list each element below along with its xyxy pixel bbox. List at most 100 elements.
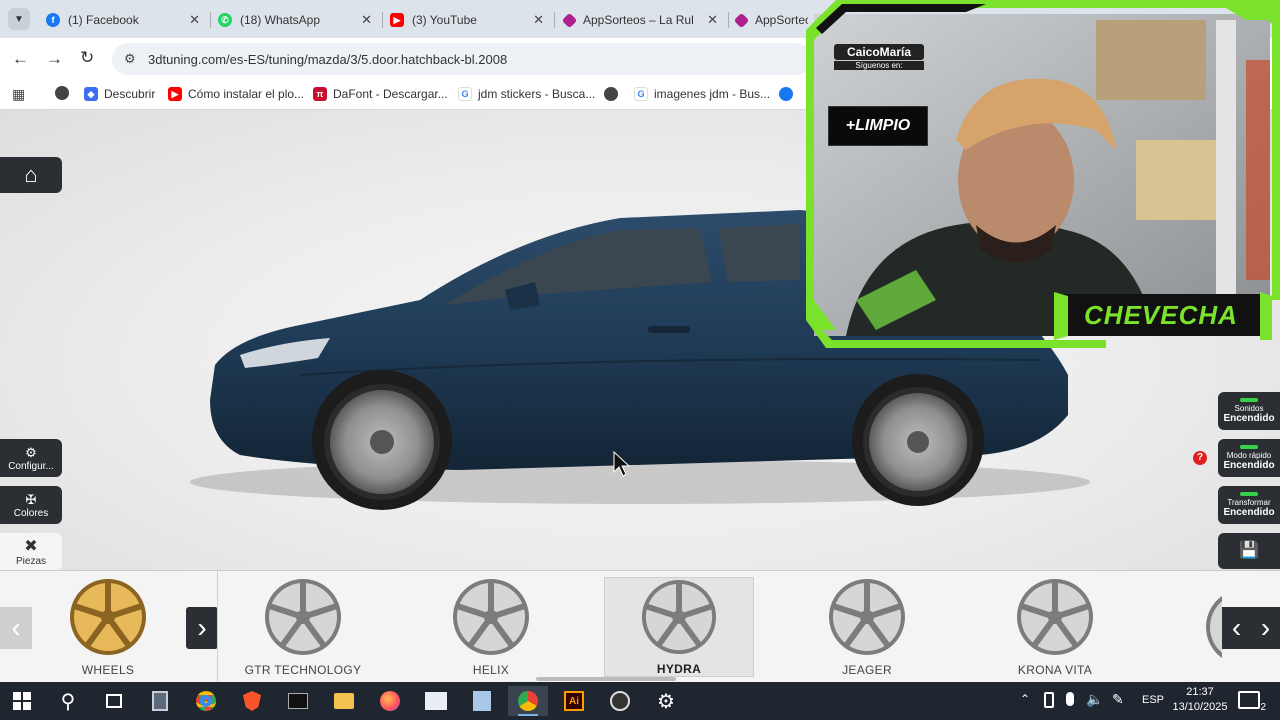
youtube-icon: ▶: [168, 87, 182, 101]
sounds-toggle[interactable]: Sonidos Encendido: [1218, 392, 1280, 430]
wheel-option-helix[interactable]: HELIX: [416, 577, 566, 677]
record-icon: [610, 691, 630, 711]
help-icon[interactable]: ?: [1193, 451, 1207, 465]
bookmark-label: Descubrir: [104, 87, 156, 101]
configure-button[interactable]: ⚙ Configur...: [0, 439, 62, 477]
globe-icon[interactable]: [604, 87, 618, 101]
facebook-icon[interactable]: [779, 87, 793, 101]
colors-button[interactable]: ✠ Colores: [0, 486, 62, 524]
wheel-thumbnail: [1017, 579, 1093, 655]
close-icon[interactable]: ✕: [361, 12, 372, 28]
settings-app[interactable]: ⚙: [646, 686, 686, 716]
terminal-icon: [288, 693, 308, 709]
illustrator-app[interactable]: Ai: [554, 686, 594, 716]
scroll-left-button[interactable]: ‹: [0, 607, 32, 649]
parts-button[interactable]: ✖ Piezas: [0, 533, 62, 570]
search-icon: ⚲: [60, 690, 76, 713]
wheel-option-hydra[interactable]: HYDRA: [604, 577, 754, 677]
forward-icon[interactable]: →: [46, 49, 63, 69]
photo-app[interactable]: [416, 686, 456, 716]
sponsor-logo: +LIMPIO: [828, 106, 928, 146]
fast-mode-toggle[interactable]: Modo rápido Encendido: [1218, 439, 1280, 477]
bookmark-dafont[interactable]: π DaFont - Descargar...: [313, 87, 448, 101]
bookmark-como-instalar[interactable]: ▶ Cómo instalar el plo...: [168, 87, 304, 101]
tab-facebook[interactable]: f (1) Facebook ✕: [38, 6, 208, 34]
appsorteos-icon: [561, 12, 578, 28]
pen-icon[interactable]: ✎: [1112, 691, 1124, 708]
task-view-button[interactable]: [94, 686, 134, 716]
wheel-option-jeager[interactable]: JEAGER: [792, 577, 942, 677]
notepad-app[interactable]: [462, 686, 502, 716]
tab-youtube[interactable]: ▶ (3) YouTube ✕: [382, 6, 552, 34]
tab-appsorteos[interactable]: AppSorteos: [728, 6, 808, 34]
firefox-icon: [380, 691, 400, 711]
close-icon[interactable]: ✕: [533, 12, 544, 28]
tab-label: AppSorteos: [755, 13, 808, 27]
save-button[interactable]: 💾: [1218, 533, 1280, 569]
bookmark-descubrir[interactable]: ◆ Descubrir: [84, 87, 155, 101]
toggle-indicator: [1240, 492, 1258, 496]
microphone-icon[interactable]: [1066, 692, 1074, 706]
wheel-option-gtr-technology[interactable]: GTR TECHNOLOGY: [228, 577, 378, 677]
streamer-name: CHEVECHA: [1084, 300, 1238, 330]
globe-icon[interactable]: [55, 86, 69, 100]
wheel-option-wheels[interactable]: WHEELS: [33, 577, 183, 677]
volume-icon[interactable]: 🔈: [1086, 691, 1103, 708]
clock-date: 13/10/2025: [1172, 701, 1228, 713]
reload-icon[interactable]: ↻: [80, 48, 94, 68]
illustrator-icon: Ai: [564, 691, 584, 711]
tab-label: AppSorteos – La Rule: [583, 13, 693, 27]
home-button[interactable]: ⌂: [0, 157, 62, 193]
firefox-app[interactable]: [370, 686, 410, 716]
start-button[interactable]: [2, 686, 42, 716]
chevron-left-icon[interactable]: ‹: [1232, 612, 1241, 644]
transform-state: Encendido: [1223, 507, 1275, 518]
close-icon[interactable]: ✕: [189, 12, 200, 28]
gear-icon: ⚙: [657, 690, 675, 713]
file-explorer-app[interactable]: [324, 686, 364, 716]
google-icon: G: [634, 87, 648, 101]
photo-icon: [425, 692, 447, 710]
tab-whatsapp[interactable]: ✆ (18) WhatsApp ✕: [210, 6, 380, 34]
calculator-app[interactable]: [140, 686, 180, 716]
bookmark-imagenes-jdm[interactable]: G imagenes jdm - Bus...: [634, 87, 770, 101]
close-icon[interactable]: ✕: [707, 12, 718, 28]
usb-icon[interactable]: [1044, 692, 1054, 708]
tab-appsorteos-rule[interactable]: AppSorteos – La Rule ✕: [556, 6, 726, 34]
brave-app[interactable]: [232, 686, 272, 716]
task-view-icon: [106, 694, 122, 708]
apps-grid-icon[interactable]: ▦: [12, 86, 25, 103]
whatsapp-icon: ✆: [218, 13, 232, 27]
follow-text: Síguenos en:: [834, 61, 924, 70]
scrollbar-thumb[interactable]: [536, 677, 676, 681]
chrome-app-active[interactable]: [508, 686, 548, 716]
back-icon[interactable]: ←: [12, 49, 29, 69]
site-info-icon[interactable]: ⚙: [124, 51, 136, 67]
chevron-right-icon[interactable]: ›: [1261, 612, 1270, 644]
scroll-right-controls[interactable]: ‹ ›: [1222, 607, 1280, 649]
chevron-up-icon[interactable]: ⌃: [1020, 692, 1030, 706]
wheel-thumbnail: [453, 579, 529, 655]
category-next-button[interactable]: ›: [186, 607, 218, 649]
language-indicator[interactable]: ESP: [1142, 694, 1164, 706]
wheel-option-krona-vita[interactable]: KRONA VITA: [980, 577, 1130, 677]
tab-label: (1) Facebook: [68, 13, 139, 27]
parts-label: Piezas: [15, 556, 46, 567]
transform-toggle[interactable]: Transformar Encendido: [1218, 486, 1280, 524]
clock[interactable]: 21:37 13/10/2025: [1170, 685, 1230, 715]
notification-center-button[interactable]: 2: [1238, 691, 1266, 713]
search-button[interactable]: ⚲: [48, 686, 88, 716]
engine-icon: ⚙: [25, 444, 37, 460]
windows-logo-icon: [13, 692, 31, 710]
wheel-option-partial[interactable]: [1204, 587, 1222, 667]
address-bar[interactable]: ⚙ 3dtuning.com/es-ES/tuning/mazda/3/5.do…: [112, 43, 812, 75]
chrome-app[interactable]: [186, 686, 226, 716]
bookmark-jdm-stickers[interactable]: G jdm stickers - Busca...: [458, 87, 595, 101]
tools-icon: ✖: [24, 538, 38, 555]
chrome-icon: [518, 691, 538, 711]
tab-search-button[interactable]: ▼: [8, 8, 30, 30]
url-text: 3dtuning.com/es-ES/tuning/mazda/3/5.door…: [148, 52, 508, 67]
colors-label: Colores: [13, 507, 49, 519]
obs-app[interactable]: [600, 686, 640, 716]
terminal-app[interactable]: [278, 686, 318, 716]
